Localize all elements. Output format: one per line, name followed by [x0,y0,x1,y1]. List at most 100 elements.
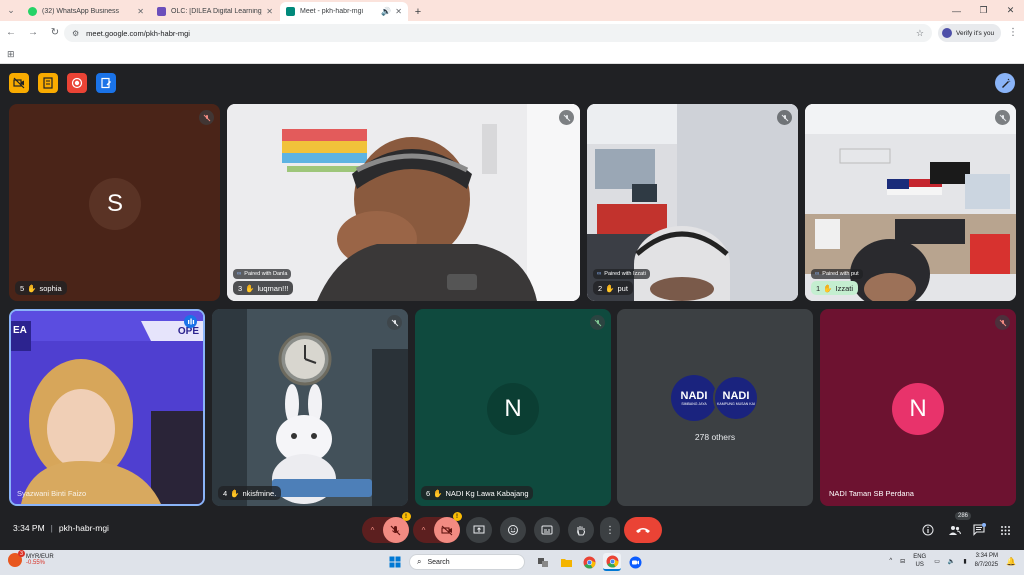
volume-icon[interactable]: 🔈 [948,558,955,565]
chat-button[interactable] [970,521,988,539]
mic-muted-icon [995,315,1010,330]
forward-arrow-icon[interactable]: → [22,22,44,44]
reactions-button[interactable] [500,517,526,543]
apps-grid-icon [1000,525,1010,535]
reload-icon[interactable]: ↻ [44,22,66,44]
meeting-details-button[interactable] [919,521,937,539]
tab-search-icon[interactable]: ⌄ [0,0,22,21]
close-window-icon[interactable]: ✕ [997,0,1024,21]
participant-name-chip: 5 ✋ sophia [15,281,67,295]
more-options-button[interactable]: ⋮ [600,517,620,543]
participant-tile-nadi-kg-lawa[interactable]: N 6 ✋ NADI Kg Lawa Kabajang [415,309,611,506]
notifications-icon[interactable]: 🔔 [1006,557,1016,566]
battery-saver-icon[interactable]: ⊟ [900,558,905,565]
battery-icon[interactable]: ▮ [963,558,966,565]
participant-name-chip: 4 ✋ nkisfmine. [218,486,282,500]
participant-tile-put[interactable]: ∞ Paired with Izzati 2 ✋ put [587,104,798,301]
system-tray: ^ ⊟ ENG US ▭ 🔈 ▮ 3:34 PM 8/7/2025 🔔 [889,552,1016,570]
browser-menu-icon[interactable]: ⋮ [1006,21,1020,44]
notes-icon[interactable] [96,73,116,93]
taskbar-apps: ⌕ Search [386,553,644,571]
participant-tile-luqman[interactable]: ∞ Paired with Danla 3 ✋ luqman!!! [227,104,580,301]
link-icon: ∞ [815,271,820,277]
task-view-icon[interactable] [534,553,552,571]
profile-label: Verify it's you [956,29,995,37]
chrome-active-icon[interactable] [603,553,621,571]
participant-tile-syazwani[interactable]: EA OPE Syazwani Binti Faizo [9,309,205,506]
participant-tile-nadi-taman[interactable]: N NADI Taman SB Perdana [820,309,1016,506]
camera-options-chevron-icon[interactable]: ^ [414,526,434,535]
hand-raised-icon: ✋ [433,488,443,498]
taskbar-search[interactable]: ⌕ Search [409,554,525,570]
nadi-logo-1: NADI SIMBANG JAYA [671,375,717,421]
profile-button[interactable]: Verify it's you [938,24,1001,42]
network-icon[interactable]: ▭ [934,558,940,565]
others-tile[interactable]: NADI SIMBANG JAYA NADI KAMPUNG MUSAN KAI… [617,309,813,506]
site-info-icon[interactable]: ⚙ [72,29,79,38]
camera-toggle-button[interactable]: ! [433,512,462,543]
logo-text: EA [13,325,27,336]
no-camera-icon[interactable] [9,73,29,93]
tab-whatsapp[interactable]: (32) WhatsApp Business ✕ [22,2,150,21]
tray-chevron-icon[interactable]: ^ [889,558,892,564]
close-tab-icon[interactable]: ✕ [395,7,402,16]
present-button[interactable] [466,517,492,543]
link-icon: ∞ [237,271,242,277]
mic-options-chevron-icon[interactable]: ^ [363,526,383,535]
participant-name: nkisfmine. [242,488,277,498]
back-arrow-icon[interactable]: ← [0,22,22,44]
speaker-icon[interactable]: 🔊 [381,7,391,16]
gemini-pen-icon[interactable] [995,73,1015,93]
meet-top-icons [9,73,116,93]
warning-icon: ! [401,512,411,521]
ticker-widget[interactable]: 3 MYR/EUR -0.55% [8,550,54,567]
emoji-icon [508,525,518,535]
host-controls-icon[interactable] [38,73,58,93]
hand-raised-icon: ✋ [823,283,833,293]
captions-button[interactable] [534,517,560,543]
participant-tile-sophia[interactable]: S 5 ✋ sophia [9,104,220,301]
tab-title: Meet - pkh-habr-mgi [300,8,364,15]
chrome-icon[interactable] [580,553,598,571]
participant-tile-izzati[interactable]: ∞ Paired with put 1 ✋ Izzati [805,104,1016,301]
leave-call-button[interactable] [624,517,662,543]
url-text: meet.google.com/pkh-habr-mgi [86,28,190,38]
browser-tab-strip: ⌄ (32) WhatsApp Business ✕ OLC: [DILEA D… [0,0,1024,21]
file-explorer-icon[interactable] [557,553,575,571]
mic-control-group: ^ ! [362,512,411,543]
tab-olc[interactable]: OLC: [DILEA Digital Learning] C ✕ [151,2,279,21]
raise-hand-button[interactable] [568,517,594,543]
restore-icon[interactable]: ❐ [970,0,997,21]
windows-start-icon[interactable] [386,553,404,571]
video-feed-syazwani [11,311,203,504]
activities-button[interactable] [996,521,1014,539]
recording-icon[interactable] [67,73,87,93]
participant-name: Syazwani Binti Faizo [17,489,87,498]
minimize-icon[interactable]: — [943,0,970,21]
input-language[interactable]: ENG US [913,553,926,569]
browser-toolbar: ← → ↻ ⚙ meet.google.com/pkh-habr-mgi ☆ V… [0,21,1024,44]
new-tab-button[interactable]: + [409,2,427,21]
close-tab-icon[interactable]: ✕ [266,7,273,16]
participants-count-badge: 286 [955,512,972,520]
ticker-change: -0.55% [26,560,46,566]
hand-order-number: 4 [223,488,228,498]
meeting-code: pkh-habr-mgi [58,523,109,533]
tab-meet[interactable]: Meet - pkh-habr-mgi 🔊 ✕ [280,2,408,21]
people-button[interactable] [945,521,963,539]
profile-avatar [942,28,952,38]
participant-name: NADI Kg Lawa Kabajang [445,488,529,498]
taskbar-clock[interactable]: 3:34 PM 8/7/2025 [975,552,998,570]
close-tab-icon[interactable]: ✕ [137,7,144,16]
captions-icon [541,525,553,535]
hand-raised-icon: ✋ [605,283,615,293]
zoom-icon[interactable] [626,553,644,571]
bookmark-star-icon[interactable]: ☆ [916,28,924,39]
address-bar[interactable]: ⚙ meet.google.com/pkh-habr-mgi ☆ [64,24,932,42]
apps-grid-icon[interactable]: ⊞ [7,49,15,60]
paired-label: ∞ Paired with Danla [233,269,292,279]
hand-icon [577,526,585,536]
mic-toggle-button[interactable]: ! [382,512,411,543]
mic-muted-icon [995,110,1010,125]
participant-tile-nkisfmine[interactable]: 4 ✋ nkisfmine. [212,309,408,506]
